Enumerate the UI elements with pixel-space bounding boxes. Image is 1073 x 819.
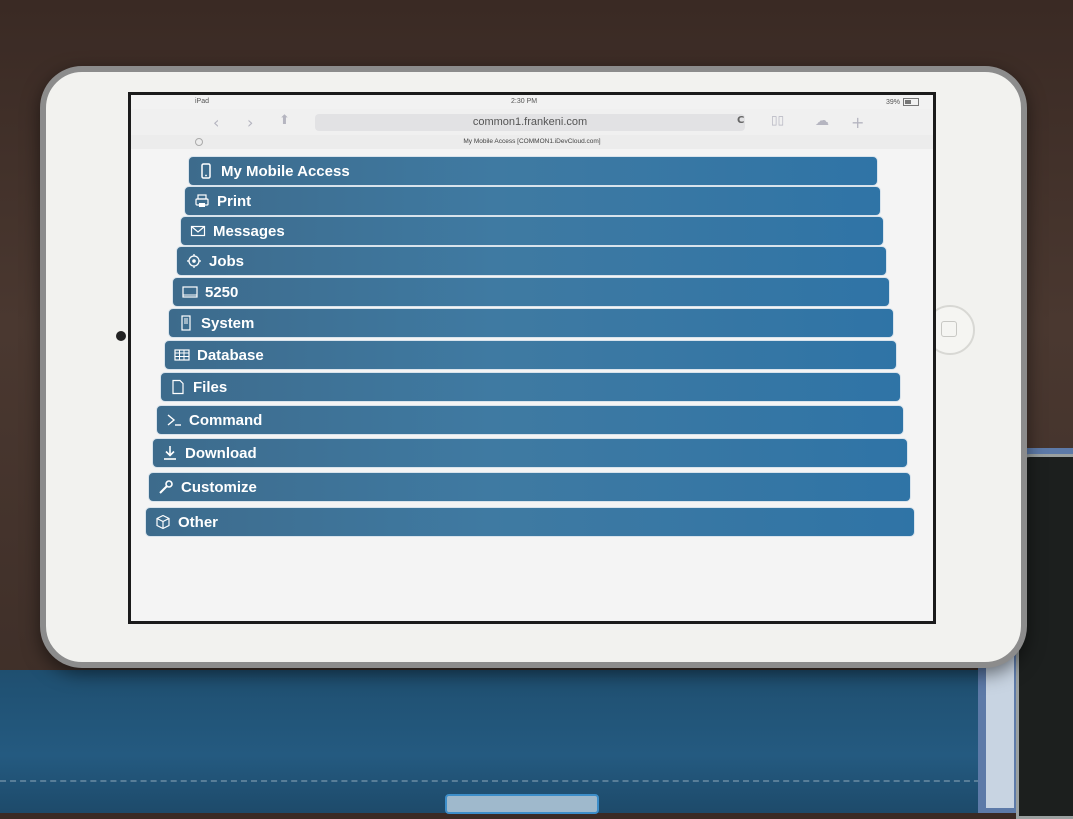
menu-item-5250[interactable]: 5250 <box>172 277 890 307</box>
menu-item-database[interactable]: Database <box>164 340 897 370</box>
menu-item-label: My Mobile Access <box>221 162 350 180</box>
battery-percent: 39% <box>885 98 900 106</box>
back-arrow-icon[interactable]: ‹ <box>213 113 219 132</box>
status-time: 2:30 PM <box>511 98 538 105</box>
tablet-case <box>0 670 990 813</box>
menu-item-print[interactable]: Print <box>184 186 881 216</box>
forward-arrow-icon[interactable]: › <box>247 113 253 132</box>
reload-icon[interactable]: C <box>737 115 744 126</box>
document-icon <box>169 378 187 396</box>
browser-toolbar: ‹ › ⬆ common1.frankeni.com C ▯▯ ☁ + <box>131 109 933 135</box>
menu-item-label: Download <box>185 444 257 462</box>
printer-icon <box>193 192 211 210</box>
share-icon[interactable]: ⬆ <box>279 113 290 128</box>
address-bar[interactable]: common1.frankeni.com <box>315 114 745 131</box>
menu-item-label: Messages <box>213 222 285 240</box>
menu-item-messages[interactable]: Messages <box>180 216 884 246</box>
menu-item-files[interactable]: Files <box>160 372 901 402</box>
envelope-icon <box>189 222 207 240</box>
menu-item-system[interactable]: System <box>168 308 894 338</box>
menu-item-customize[interactable]: Customize <box>148 472 911 502</box>
menu-item-label: Jobs <box>209 252 245 270</box>
command-prompt-icon <box>165 411 183 429</box>
battery-icon <box>903 98 919 106</box>
battery-indicator: 39% <box>886 98 919 106</box>
menu-item-my-mobile-access[interactable]: My Mobile Access <box>188 156 878 186</box>
device-label: iPad <box>195 98 210 105</box>
download-arrow-icon <box>161 444 179 462</box>
menu-item-command[interactable]: Command <box>156 405 904 435</box>
server-tower-icon <box>177 314 195 332</box>
menu-item-label: Print <box>217 192 252 210</box>
new-tab-icon[interactable]: + <box>851 113 864 132</box>
menu-item-label: System <box>201 314 255 332</box>
icloud-tabs-icon[interactable]: ☁ <box>815 113 829 129</box>
terminal-screen-icon <box>181 283 199 301</box>
menu-item-other[interactable]: Other <box>145 507 915 537</box>
cube-icon <box>154 513 172 531</box>
dock-connector <box>445 794 599 814</box>
menu-item-jobs[interactable]: Jobs <box>176 246 887 276</box>
menu-item-label: 5250 <box>205 283 239 301</box>
wrench-icon <box>157 478 175 496</box>
menu-item-label: Other <box>178 513 219 531</box>
menu-item-label: Database <box>197 346 264 364</box>
page-title: My Mobile Access [COMMON1.iDevCloud.com] <box>463 138 601 145</box>
bookmarks-icon[interactable]: ▯▯ <box>771 113 784 127</box>
menu-item-label: Customize <box>181 478 257 496</box>
front-camera <box>116 331 126 341</box>
mobile-phone-icon <box>197 162 215 180</box>
menu-item-label: Command <box>189 411 263 429</box>
menu-item-label: Files <box>193 378 228 396</box>
table-grid-icon <box>173 346 191 364</box>
case-stitching <box>0 780 990 784</box>
page-title-bar: My Mobile Access [COMMON1.iDevCloud.com] <box>131 135 933 149</box>
menu-item-download[interactable]: Download <box>152 438 908 468</box>
status-bar: iPad 2:30 PM 39% <box>131 95 933 109</box>
reader-icon <box>195 138 203 146</box>
gear-icon <box>185 252 203 270</box>
